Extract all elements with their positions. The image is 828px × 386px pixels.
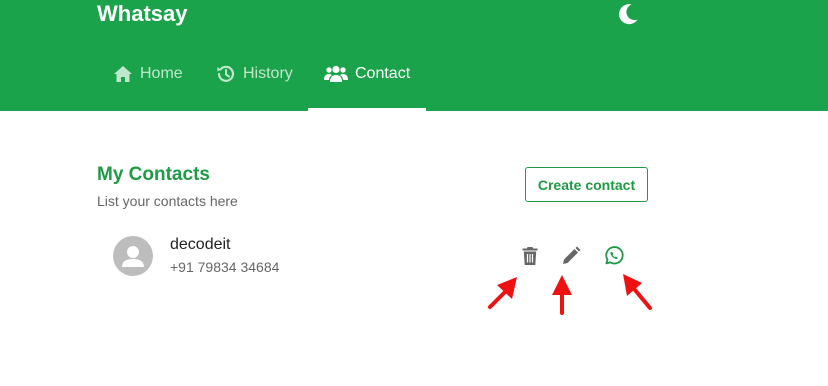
arrow-icon-edit: [552, 275, 572, 315]
contact-phone: +91 79834 34684: [170, 259, 280, 275]
history-icon: [217, 65, 235, 82]
whatsapp-message-button[interactable]: [602, 244, 626, 268]
active-tab-indicator: [308, 108, 426, 111]
tab-history[interactable]: History: [216, 55, 293, 93]
arrow-icon-whatsapp: [623, 274, 652, 310]
tab-history-label: History: [243, 65, 293, 82]
tab-contact-label: Contact: [355, 65, 411, 82]
whatsapp-icon: [605, 246, 624, 265]
app-brand: Whatsay: [97, 1, 188, 26]
user-icon: [122, 246, 144, 267]
delete-contact-button[interactable]: [518, 244, 542, 268]
pencil-icon: [563, 246, 581, 264]
app-header: Whatsay Home History Contact: [0, 0, 828, 111]
arrow-icon-delete: [488, 277, 517, 309]
contact-name: decodeit: [170, 236, 231, 253]
moon-icon[interactable]: [616, 2, 640, 26]
tab-contact[interactable]: Contact: [324, 55, 410, 93]
tab-home-label: Home: [140, 65, 183, 82]
page-title: My Contacts: [97, 164, 210, 185]
create-contact-button[interactable]: Create contact: [525, 167, 648, 202]
page-subtitle: List your contacts here: [97, 193, 238, 209]
trash-icon: [522, 247, 538, 265]
contacts-icon: [324, 65, 348, 82]
edit-contact-button[interactable]: [559, 244, 583, 268]
home-icon: [114, 66, 132, 82]
tab-home[interactable]: Home: [113, 55, 183, 93]
avatar: [113, 236, 153, 276]
